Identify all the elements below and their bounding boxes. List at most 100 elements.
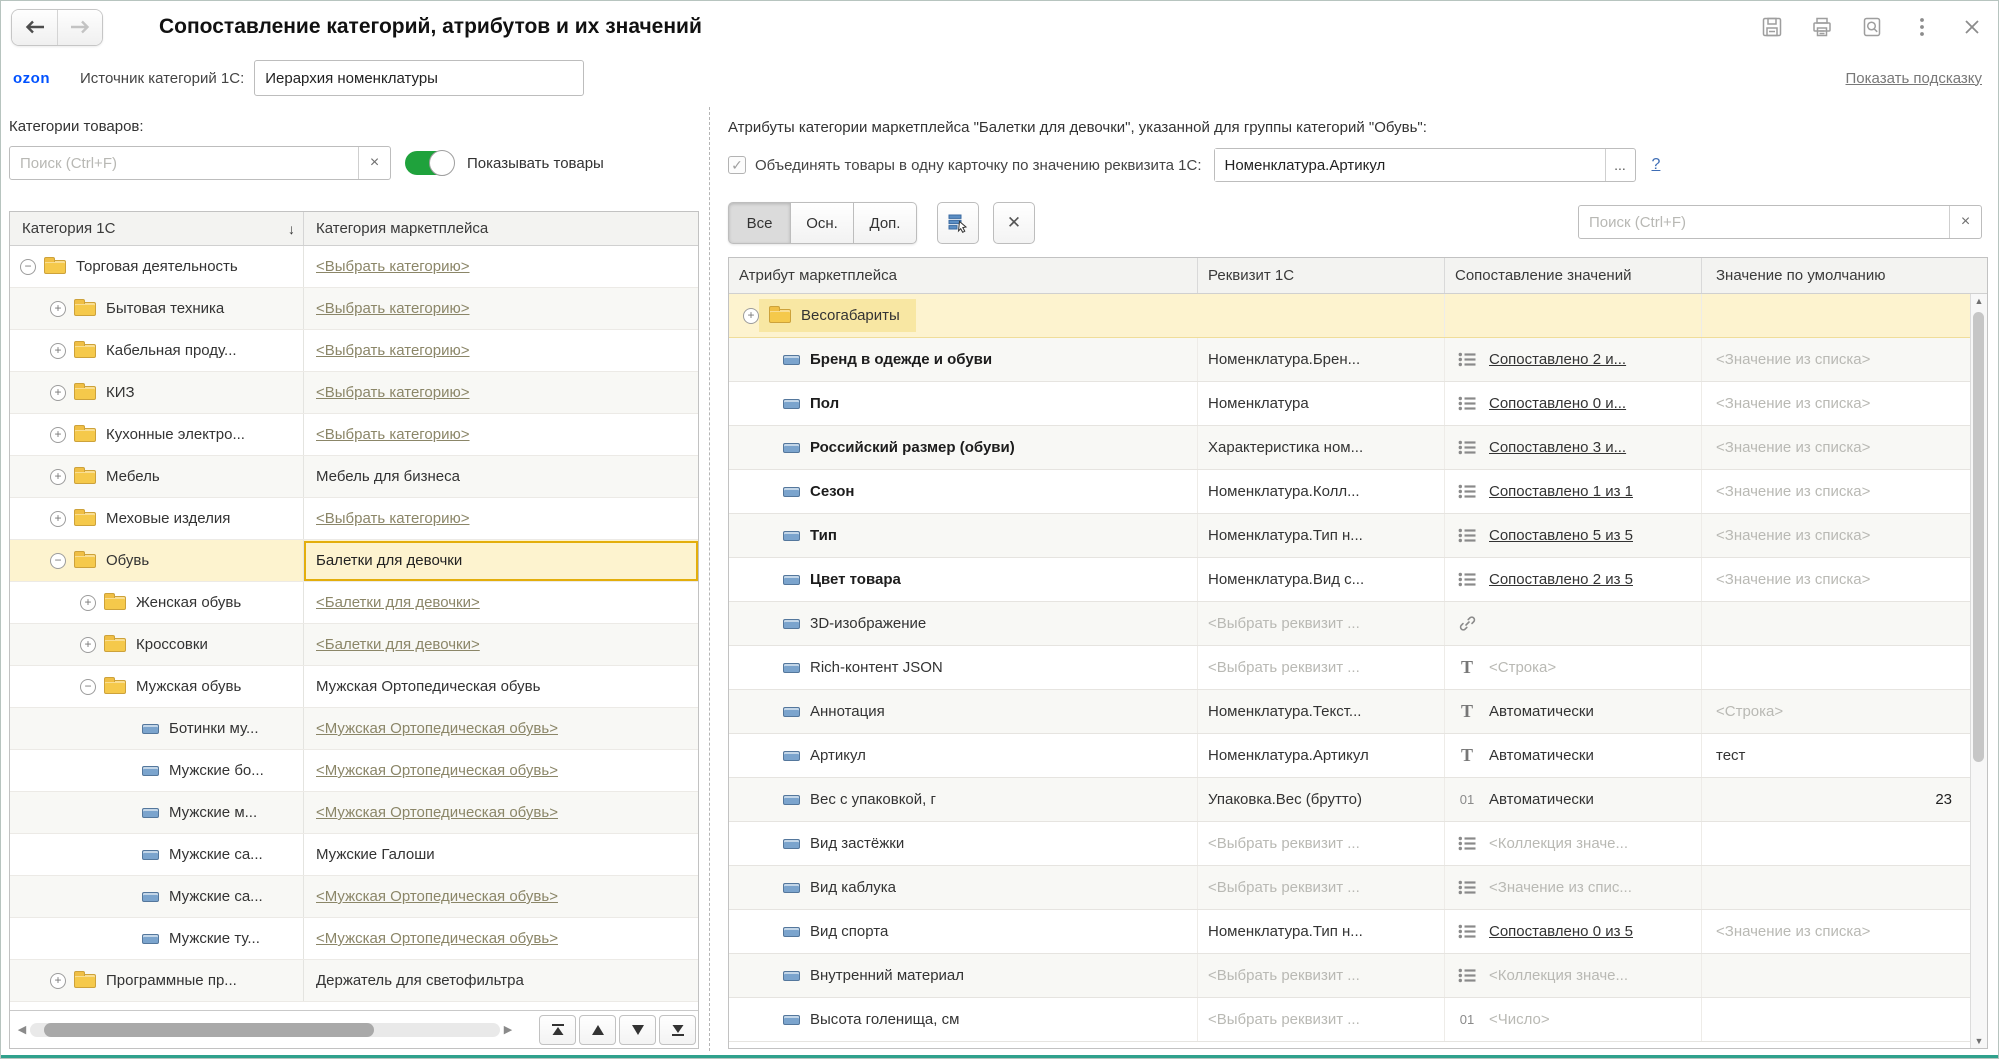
default-value[interactable]: <Значение из списка> <box>1716 923 1870 940</box>
expand-icon[interactable]: + <box>50 343 66 359</box>
value-mapping-cell[interactable]: Сопоставлено 5 из 5 <box>1489 514 1702 557</box>
rekvizit-1c-value[interactable]: Номенклатура.Тип н... <box>1208 527 1363 544</box>
marketplace-category-value[interactable]: Мужская Ортопедическая обувь <box>316 678 540 695</box>
vertical-scrollbar[interactable]: ▲ ▼ <box>1970 294 1987 1048</box>
value-mapping-cell[interactable]: <Коллекция значе... <box>1489 822 1702 865</box>
expand-icon[interactable]: + <box>743 308 759 324</box>
hscroll-right-arrow[interactable]: ▶ <box>500 1023 516 1036</box>
categories-search-input[interactable] <box>10 147 358 179</box>
mapping-value[interactable]: <Число> <box>1489 1011 1550 1028</box>
expand-icon[interactable]: + <box>80 595 96 611</box>
attribute-row[interactable]: Бренд в одежде и обувиНоменклатура.Брен.… <box>729 338 1970 382</box>
category-row[interactable]: +Кабельная проду...<Выбрать категорию> <box>10 330 698 372</box>
default-value-cell[interactable]: <Значение из списка> <box>1702 514 1970 557</box>
column-value-mapping[interactable]: Сопоставление значений <box>1445 258 1702 293</box>
attributes-search-clear-button[interactable]: × <box>1949 206 1981 238</box>
marketplace-category-value[interactable]: Мужские Галоши <box>316 846 435 863</box>
rekvizit-1c-cell[interactable]: Номенклатура <box>1198 382 1445 425</box>
marketplace-category-link[interactable]: <Мужская Ортопедическая обувь> <box>316 804 558 821</box>
column-default-value[interactable]: Значение по умолчанию <box>1702 258 1970 293</box>
scroll-to-top-button[interactable] <box>539 1015 576 1045</box>
attribute-row[interactable]: Вид спортаНоменклатура.Тип н...Сопоставл… <box>729 910 1970 954</box>
default-value-cell[interactable]: <Значение из списка> <box>1702 910 1970 953</box>
hscroll-left-arrow[interactable]: ◀ <box>14 1023 30 1036</box>
attribute-name-cell[interactable]: Аннотация <box>729 690 1198 733</box>
rekvizit-1c-cell[interactable]: <Выбрать реквизит ... <box>1198 866 1445 909</box>
category-row[interactable]: +Меховые изделия<Выбрать категорию> <box>10 498 698 540</box>
expand-icon[interactable]: + <box>50 511 66 527</box>
expand-icon[interactable]: + <box>80 637 96 653</box>
sort-descending-icon[interactable]: ↓ <box>288 221 295 237</box>
marketplace-category-link[interactable]: <Выбрать категорию> <box>316 510 470 527</box>
attribute-name-cell[interactable]: 3D-изображение <box>729 602 1198 645</box>
rekvizit-1c-value[interactable]: <Выбрать реквизит ... <box>1208 615 1360 632</box>
default-value-cell[interactable]: <Значение из списка> <box>1702 558 1970 601</box>
category-row[interactable]: −ОбувьБалетки для девочки <box>10 540 698 582</box>
category-row[interactable]: Мужские м...<Мужская Ортопедическая обув… <box>10 792 698 834</box>
pick-values-button[interactable] <box>937 202 979 244</box>
attribute-name-cell[interactable]: Вид каблука <box>729 866 1198 909</box>
rekvizit-1c-cell[interactable]: Номенклатура.Брен... <box>1198 338 1445 381</box>
attribute-name-cell[interactable]: Вид застёжки <box>729 822 1198 865</box>
default-value-cell[interactable] <box>1702 954 1970 997</box>
tab-additional[interactable]: Доп. <box>854 202 917 244</box>
category-row[interactable]: +Кухонные электро...<Выбрать категорию> <box>10 414 698 456</box>
attribute-name-cell[interactable]: Вид спорта <box>729 910 1198 953</box>
mapping-value[interactable]: Автоматически <box>1489 747 1594 764</box>
help-link[interactable]: ? <box>1652 156 1661 174</box>
column-category-marketplace[interactable]: Категория маркетплейса <box>304 212 698 245</box>
show-hint-link[interactable]: Показать подсказку <box>1846 70 1983 87</box>
value-mapping-cell[interactable]: <Значение из спис... <box>1489 866 1702 909</box>
attribute-name-cell[interactable]: Артикул <box>729 734 1198 777</box>
rekvizit-1c-value[interactable]: Номенклатура.Артикул <box>1208 747 1369 764</box>
mapping-link[interactable]: Сопоставлено 1 из 1 <box>1489 483 1633 500</box>
marketplace-category-value[interactable]: Мебель для бизнеса <box>316 468 460 485</box>
merge-checkbox[interactable]: ✓ <box>728 156 746 174</box>
marketplace-category-cell[interactable]: <Мужская Ортопедическая обувь> <box>304 876 698 917</box>
default-value[interactable]: <Значение из списка> <box>1716 439 1870 456</box>
category-row[interactable]: +Женская обувь<Балетки для девочки> <box>10 582 698 624</box>
rekvizit-1c-value[interactable]: Характеристика ном... <box>1208 439 1363 456</box>
value-mapping-cell[interactable]: Сопоставлено 3 и... <box>1489 426 1702 469</box>
marketplace-category-cell[interactable]: Мужские Галоши <box>304 834 698 875</box>
marketplace-category-cell[interactable]: <Балетки для девочки> <box>304 624 698 665</box>
attribute-name-cell[interactable]: Российский размер (обуви) <box>729 426 1198 469</box>
category-1c-cell[interactable]: Мужские са... <box>10 876 304 917</box>
category-1c-cell[interactable]: +Кухонные электро... <box>10 414 304 455</box>
vscroll-down-arrow[interactable]: ▼ <box>1975 1034 1984 1048</box>
category-1c-cell[interactable]: Ботинки му... <box>10 708 304 749</box>
attributes-search-input[interactable] <box>1579 206 1949 238</box>
category-row[interactable]: +КИЗ<Выбрать категорию> <box>10 372 698 414</box>
marketplace-category-cell[interactable]: Балетки для девочки <box>304 540 698 581</box>
mapping-link[interactable]: Сопоставлено 0 из 5 <box>1489 923 1633 940</box>
expand-icon[interactable]: + <box>50 469 66 485</box>
category-1c-cell[interactable]: +Бытовая техника <box>10 288 304 329</box>
value-mapping-cell[interactable]: <Строка> <box>1489 646 1702 689</box>
category-1c-cell[interactable]: +КИЗ <box>10 372 304 413</box>
value-mapping-cell[interactable]: Автоматически <box>1489 734 1702 777</box>
category-row[interactable]: −Мужская обувь Мужская Ортопедическая обу… <box>10 666 698 708</box>
more-menu-icon[interactable] <box>1910 15 1934 39</box>
expand-icon[interactable]: + <box>50 385 66 401</box>
horizontal-scrollbar[interactable] <box>30 1023 500 1037</box>
rekvizit-1c-cell[interactable]: Номенклатура.Текст... <box>1198 690 1445 733</box>
rekvizit-1c-value[interactable]: Номенклатура <box>1208 395 1309 412</box>
expand-icon[interactable]: + <box>50 973 66 989</box>
attribute-group-row[interactable]: +Весогабариты <box>729 294 1970 338</box>
category-row[interactable]: +Программные пр...Держатель для светофил… <box>10 960 698 1002</box>
category-1c-cell[interactable]: −Обувь <box>10 540 304 581</box>
vscroll-thumb[interactable] <box>1973 312 1984 762</box>
value-mapping-cell[interactable] <box>1489 602 1702 645</box>
marketplace-category-value[interactable]: Держатель для светофильтра <box>316 972 524 989</box>
expand-icon[interactable]: + <box>50 427 66 443</box>
marketplace-category-link[interactable]: <Балетки для девочки> <box>316 636 480 653</box>
mapping-value[interactable]: <Коллекция значе... <box>1489 835 1628 852</box>
attribute-name-cell[interactable]: Пол <box>729 382 1198 425</box>
marketplace-category-cell[interactable]: <Балетки для девочки> <box>304 582 698 623</box>
marketplace-category-link[interactable]: <Мужская Ортопедическая обувь> <box>316 762 558 779</box>
marketplace-category-cell[interactable]: <Мужская Ортопедическая обувь> <box>304 918 698 959</box>
value-mapping-cell[interactable]: <Число> <box>1489 998 1702 1041</box>
rekvizit-1c-value[interactable]: Номенклатура.Колл... <box>1208 483 1360 500</box>
close-icon[interactable] <box>1960 15 1984 39</box>
category-1c-cell[interactable]: −Мужская обувь <box>10 666 304 707</box>
